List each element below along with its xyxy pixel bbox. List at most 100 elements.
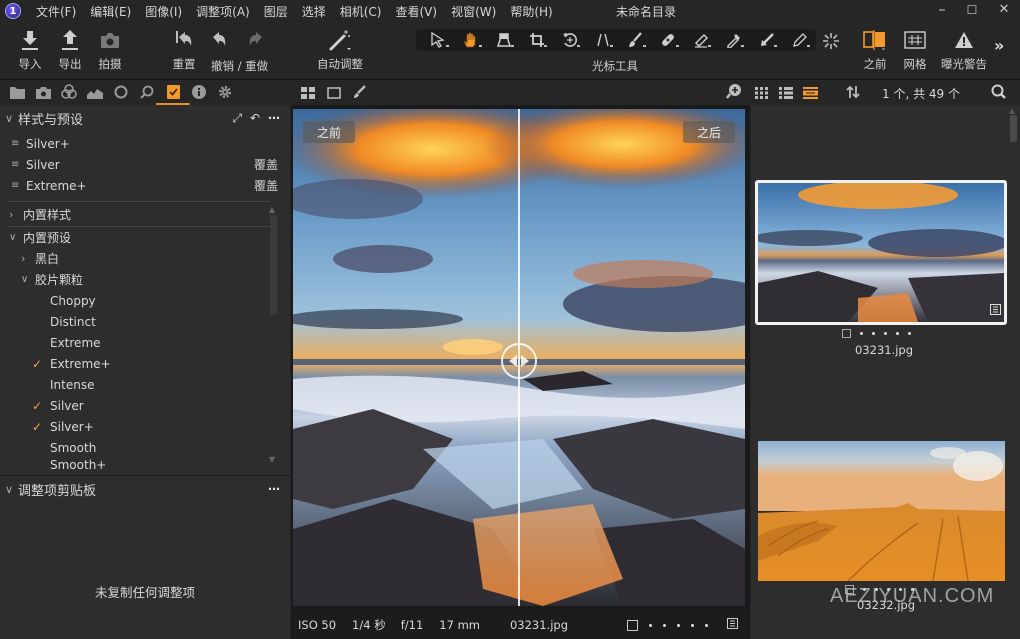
select-arrow-icon[interactable] [422, 29, 455, 51]
preset-item[interactable]: Intense [0, 374, 290, 395]
menu-window[interactable]: 视窗(W) [444, 3, 503, 20]
stacked-style-item[interactable]: ≡ Silver+ [0, 133, 290, 154]
preset-item[interactable]: ✓ Silver [0, 395, 290, 416]
brush-icon[interactable] [619, 29, 652, 51]
menu-layers[interactable]: 图层 [257, 3, 295, 20]
tab-details[interactable] [134, 81, 160, 105]
menu-help[interactable]: 帮助(H) [503, 3, 559, 20]
more-tools-button[interactable]: » [994, 36, 1004, 55]
preset-item[interactable]: Smooth [0, 437, 290, 458]
single-view-icon[interactable] [327, 84, 341, 103]
stacked-style-item[interactable]: ≡ Silver 覆盖 [0, 154, 290, 175]
rating-star[interactable] [705, 623, 708, 627]
split-handle[interactable] [501, 343, 537, 379]
menu-select[interactable]: 选择 [295, 3, 333, 20]
grid-view-icon[interactable] [755, 84, 769, 103]
menu-edit[interactable]: 编辑(E) [83, 3, 138, 20]
scroll-down-icon[interactable]: ▼ [269, 455, 275, 464]
rating-star[interactable] [872, 332, 875, 335]
color-tag-box[interactable] [842, 329, 851, 338]
tab-metadata[interactable] [186, 81, 212, 105]
auto-adjust-button[interactable]: 自动调整 [312, 28, 368, 72]
menu-adjustments[interactable]: 调整项(A) [189, 3, 257, 20]
rating-star[interactable] [884, 332, 887, 335]
minimize-button[interactable]: – [932, 2, 952, 18]
rating-star[interactable] [663, 623, 666, 627]
menu-file[interactable]: 文件(F) [29, 3, 83, 20]
multi-view-icon[interactable] [301, 84, 315, 103]
drag-handle-icon[interactable]: ≡ [11, 138, 23, 149]
presets-scrollbar[interactable] [270, 215, 277, 315]
menu-image[interactable]: 图像(I) [138, 3, 189, 20]
gradient-icon[interactable] [750, 29, 783, 51]
tree-item-builtin-styles[interactable]: › 内置样式 [0, 204, 290, 225]
undo-button[interactable] [205, 28, 235, 52]
stacked-style-item[interactable]: ≡ Extreme+ 覆盖 [0, 175, 290, 196]
preset-item[interactable]: Extreme [0, 332, 290, 353]
draw-mask-icon[interactable] [783, 29, 816, 51]
preset-item[interactable]: ✓ Silver+ [0, 416, 290, 437]
close-button[interactable]: ✕ [994, 2, 1014, 17]
zoom-in-icon[interactable] [726, 83, 742, 103]
redo-button[interactable] [240, 28, 270, 52]
before-button[interactable]: 之前 [855, 28, 895, 72]
maximize-button[interactable]: ☐ [962, 3, 982, 17]
tab-color[interactable] [56, 81, 82, 105]
tab-capture[interactable] [30, 81, 56, 105]
export-button[interactable]: 导出 [50, 28, 90, 72]
tree-item-bw[interactable]: › 黑白 [0, 248, 290, 269]
tab-exposure[interactable] [82, 81, 108, 105]
color-picker-icon[interactable] [353, 84, 367, 103]
eraser-icon[interactable] [685, 29, 718, 51]
picker-icon[interactable] [717, 29, 750, 51]
pan-hand-icon[interactable] [455, 29, 488, 51]
expand-icon[interactable]: ⤢ [232, 111, 242, 126]
browser-scrollbar[interactable] [1010, 115, 1017, 142]
more-options-icon[interactable]: ⋯ [268, 111, 280, 125]
preset-item[interactable]: Distinct [0, 311, 290, 332]
viewpoint-icon[interactable] [488, 29, 521, 51]
thumbnail-03231[interactable] [755, 180, 1007, 325]
rating-star[interactable] [860, 332, 863, 335]
sort-icon[interactable] [846, 84, 860, 103]
tree-item-film-grain[interactable]: ∨ 胶片颗粒 [0, 269, 290, 290]
adjustments-clipboard-header[interactable]: ∨ 调整项剪贴板 ⋯ [0, 477, 290, 501]
exposure-warning-button[interactable]: 曝光警告 [941, 28, 987, 72]
color-tag-box[interactable] [627, 619, 638, 631]
tab-settings[interactable] [212, 81, 238, 105]
tab-adjustments[interactable] [156, 81, 190, 105]
search-icon[interactable] [991, 84, 1006, 103]
grid-button[interactable]: 网格 [895, 28, 935, 72]
scroll-up-icon[interactable]: ▲ [269, 205, 275, 214]
more-options-icon[interactable]: ⋯ [268, 482, 280, 496]
preset-item[interactable]: Choppy [0, 290, 290, 311]
scroll-up-icon[interactable]: ▲ [1009, 106, 1015, 115]
capture-button[interactable]: 拍摄 [90, 28, 130, 72]
menu-view[interactable]: 查看(V) [389, 3, 445, 20]
menu-camera[interactable]: 相机(C) [333, 3, 389, 20]
tree-item-builtin-presets[interactable]: ∨ 内置预设 [0, 227, 290, 248]
import-button[interactable]: 导入 [10, 28, 50, 72]
list-view-icon[interactable] [779, 84, 793, 103]
drag-handle-icon[interactable]: ≡ [11, 159, 23, 170]
rating-star[interactable] [649, 623, 652, 627]
styles-presets-header[interactable]: ∨ 样式与预设 ⤢ ↶ ⋯ [0, 106, 290, 130]
rating-star[interactable] [677, 623, 680, 627]
image-viewer[interactable]: 之前 之后 [291, 105, 750, 611]
rating-star[interactable] [896, 332, 899, 335]
crop-icon[interactable] [520, 29, 553, 51]
drag-handle-icon[interactable]: ≡ [11, 180, 23, 191]
tab-library[interactable] [4, 81, 30, 105]
filmstrip-view-icon[interactable] [803, 84, 818, 103]
tab-lens[interactable] [108, 81, 134, 105]
reset-button[interactable]: 重置 [164, 28, 204, 72]
heal-icon[interactable] [652, 29, 685, 51]
preset-item[interactable]: ✓ Extreme+ [0, 353, 290, 374]
reset-icon[interactable]: ↶ [250, 111, 260, 125]
viewer-photo[interactable]: 之前 之后 [293, 109, 745, 606]
preset-item[interactable]: Smooth+ [0, 458, 290, 471]
rating-star[interactable] [908, 332, 911, 335]
thumbnail-03232[interactable] [758, 441, 1005, 581]
keystone-icon[interactable] [586, 29, 619, 51]
rating-star[interactable] [691, 623, 694, 627]
